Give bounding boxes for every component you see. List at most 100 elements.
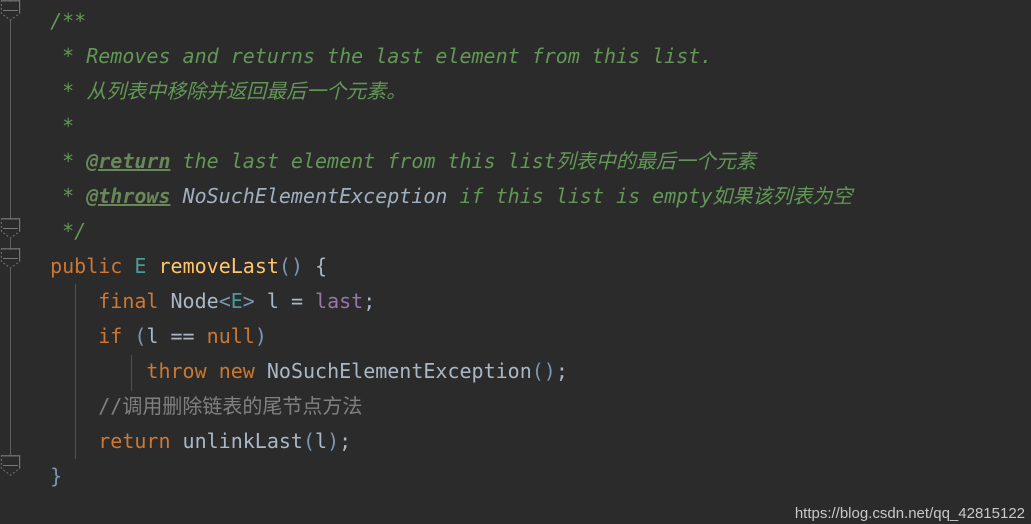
code-line-text: * @throws NoSuchElementException if this… <box>26 184 852 208</box>
code-line-text: //调用删除链表的尾节点方法 <box>26 394 362 418</box>
line-return-unlinklast[interactable]: return unlinkLast(l); <box>26 424 1031 459</box>
code-token-3 <box>255 359 267 383</box>
code-line-text: /** <box>26 9 86 33</box>
line-if-null[interactable]: if (l == null) <box>26 319 1031 354</box>
line-method-close[interactable]: } <box>26 459 1031 494</box>
code-token-0: */ <box>62 219 87 243</box>
fold-marker-method-end[interactable] <box>0 455 21 476</box>
code-token-1 <box>158 289 170 313</box>
code-token-4: l <box>315 429 328 453</box>
code-line-text: } <box>26 464 62 488</box>
line-javadoc-throws[interactable]: * @throws NoSuchElementException if this… <box>26 179 1031 214</box>
code-token-2: E <box>134 254 147 278</box>
code-token-0: * 从列表中移除并返回最后一个元素。 <box>62 79 407 103</box>
line-javadoc-close[interactable]: */ <box>26 214 1031 249</box>
fold-collapse-bar <box>3 465 18 466</box>
line-method-signature[interactable]: public E removeLast() { <box>26 249 1031 284</box>
line-final-node[interactable]: final Node<E> l = last; <box>26 284 1031 319</box>
code-token-5: ) <box>327 429 340 453</box>
code-line-text: final Node<E> l = last; <box>26 289 375 313</box>
code-token-7: last <box>315 289 364 313</box>
code-token-1: @throws <box>86 184 171 208</box>
code-token-6: ; <box>555 359 568 383</box>
code-token-0: } <box>50 464 63 488</box>
code-token-5: () <box>531 359 556 383</box>
code-token-1: @return <box>86 149 171 173</box>
code-line-list: /** * Removes and returns the last eleme… <box>26 4 1031 494</box>
line-javadoc-summary-zh[interactable]: * 从列表中移除并返回最后一个元素。 <box>26 74 1031 109</box>
code-token-0: return <box>98 429 171 453</box>
code-editor-screenshot: /** * Removes and returns the last eleme… <box>0 0 1031 524</box>
code-token-2: unlinkLast <box>182 429 303 453</box>
code-content[interactable]: /** * Removes and returns the last eleme… <box>26 0 1031 524</box>
fold-marker-method-body[interactable] <box>0 218 21 239</box>
code-token-4: NoSuchElementException <box>266 359 532 383</box>
code-token-2: new <box>218 359 255 383</box>
code-token-4: null <box>206 324 255 348</box>
watermark-url: https://blog.csdn.net/qq_42815122 <box>794 505 1025 522</box>
code-line-text: public E removeLast() { <box>26 254 327 278</box>
code-token-4: if this list is empty如果该列表为空 <box>447 184 853 208</box>
code-line-text: */ <box>26 219 86 243</box>
fold-rail-middle <box>10 239 11 248</box>
fold-marker-javadoc-top[interactable] <box>0 0 21 21</box>
code-token-0: * <box>62 149 87 173</box>
code-token-4: E <box>230 289 243 313</box>
fold-collapse-bar <box>3 10 18 11</box>
fold-marker-if-block[interactable] <box>0 248 21 269</box>
code-token-3: < <box>218 289 231 313</box>
code-line-text: * Removes and returns the last element f… <box>26 44 712 68</box>
line-javadoc-blank[interactable]: * <box>26 109 1031 144</box>
code-line-text: * <box>26 114 74 138</box>
fold-collapse-bar <box>3 258 18 259</box>
line-javadoc-open[interactable]: /** <box>26 4 1031 39</box>
code-token-4: removeLast <box>158 254 279 278</box>
fold-rail-body <box>10 269 11 455</box>
code-token-0: public <box>50 254 123 278</box>
code-token-1 <box>122 324 134 348</box>
code-token-0: * <box>62 184 87 208</box>
code-token-0: * Removes and returns the last element f… <box>62 44 713 68</box>
code-token-3: ( <box>302 429 316 453</box>
code-token-0: //调用删除链表的尾节点方法 <box>98 394 363 418</box>
fold-rail-top <box>10 20 11 218</box>
code-line-text: throw new NoSuchElementException(); <box>26 359 568 383</box>
code-token-6: { <box>303 254 328 278</box>
code-token-5: ) <box>254 324 267 348</box>
code-token-1 <box>207 359 219 383</box>
fold-collapse-bar <box>3 228 18 229</box>
code-line-text: return unlinkLast(l); <box>26 429 351 453</box>
code-token-5: () <box>278 254 303 278</box>
code-token-3 <box>146 254 158 278</box>
line-throw-exception[interactable]: throw new NoSuchElementException(); <box>26 354 1031 389</box>
code-token-2: the last element from this list列表中的最后一个元… <box>170 149 756 173</box>
code-token-2 <box>171 184 183 208</box>
code-token-0: /** <box>50 9 87 33</box>
code-token-2: Node <box>170 289 219 313</box>
line-javadoc-return[interactable]: * @return the last element from this lis… <box>26 144 1031 179</box>
code-token-1 <box>171 429 183 453</box>
line-javadoc-summary-en[interactable]: * Removes and returns the last element f… <box>26 39 1031 74</box>
code-line-text: * @return the last element from this lis… <box>26 149 756 173</box>
code-token-0: * <box>62 114 75 138</box>
code-token-1 <box>122 254 134 278</box>
code-line-text: * 从列表中移除并返回最后一个元素。 <box>26 79 406 103</box>
code-token-0: if <box>98 324 123 348</box>
line-comment-zh[interactable]: //调用删除链表的尾节点方法 <box>26 389 1031 424</box>
code-token-2: ( <box>134 324 147 348</box>
editor-gutter[interactable] <box>0 0 26 524</box>
